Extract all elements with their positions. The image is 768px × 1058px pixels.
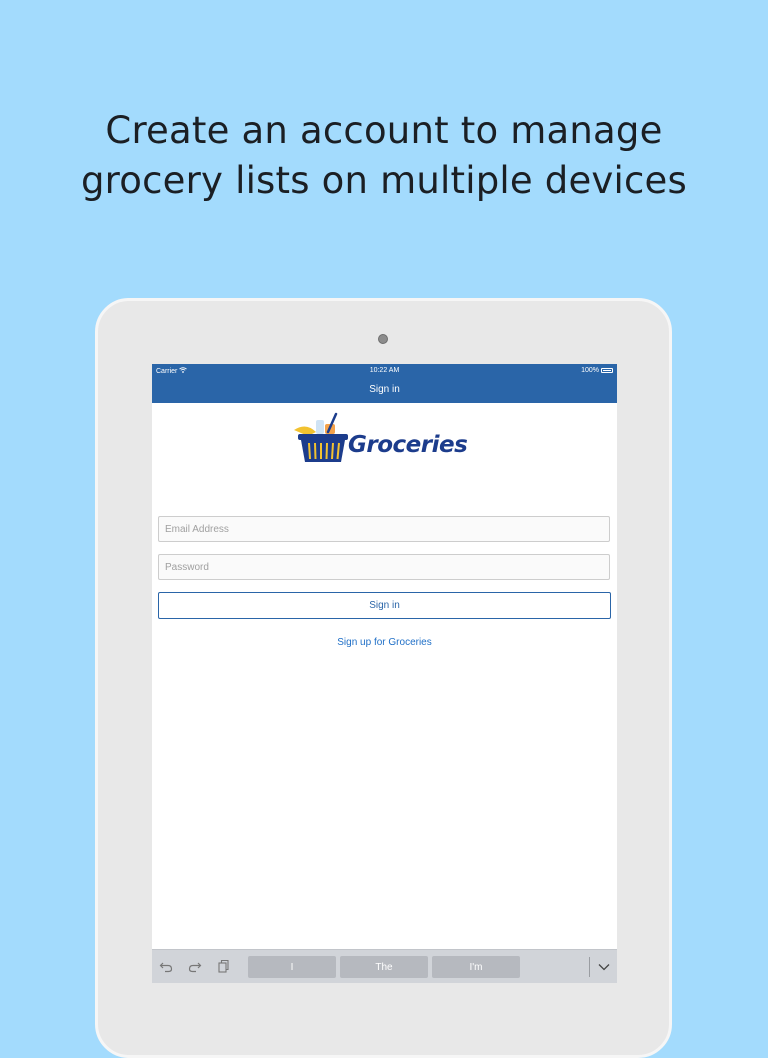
suggestion-1[interactable]: I (248, 956, 336, 978)
app-screen: Carrier 10:22 AM 100% Sign in Groceries … (152, 364, 617, 983)
sign-in-button[interactable]: Sign in (158, 592, 611, 619)
status-time: 10:22 AM (369, 367, 400, 374)
headline: Create an account to manage grocery list… (0, 106, 768, 206)
suggestion-2[interactable]: The (340, 956, 428, 978)
page-title: Sign in (369, 384, 400, 395)
hide-keyboard-icon[interactable] (595, 958, 613, 976)
email-field[interactable] (158, 516, 610, 542)
headline-line-2: grocery lists on multiple devices (81, 159, 687, 202)
battery-percent: 100% (581, 367, 599, 374)
suggestion-3[interactable]: I'm (432, 956, 520, 978)
password-field[interactable] (158, 554, 610, 580)
sign-up-link[interactable]: Sign up for Groceries (152, 637, 617, 648)
logo-text: Groceries (348, 432, 468, 458)
redo-icon[interactable] (187, 958, 203, 974)
status-battery: 100% (581, 367, 613, 374)
keyboard-shortcut-bar: I The I'm (152, 949, 617, 983)
groceries-logo: Groceries (292, 412, 482, 468)
toolbar-divider (589, 957, 590, 977)
battery-icon (601, 368, 613, 373)
navigation-bar: Carrier 10:22 AM 100% Sign in (152, 364, 617, 403)
paste-icon[interactable] (215, 958, 231, 974)
camera-icon (378, 334, 388, 344)
grocery-basket-icon (294, 412, 348, 462)
undo-icon[interactable] (158, 958, 174, 974)
headline-line-1: Create an account to manage (105, 109, 663, 152)
